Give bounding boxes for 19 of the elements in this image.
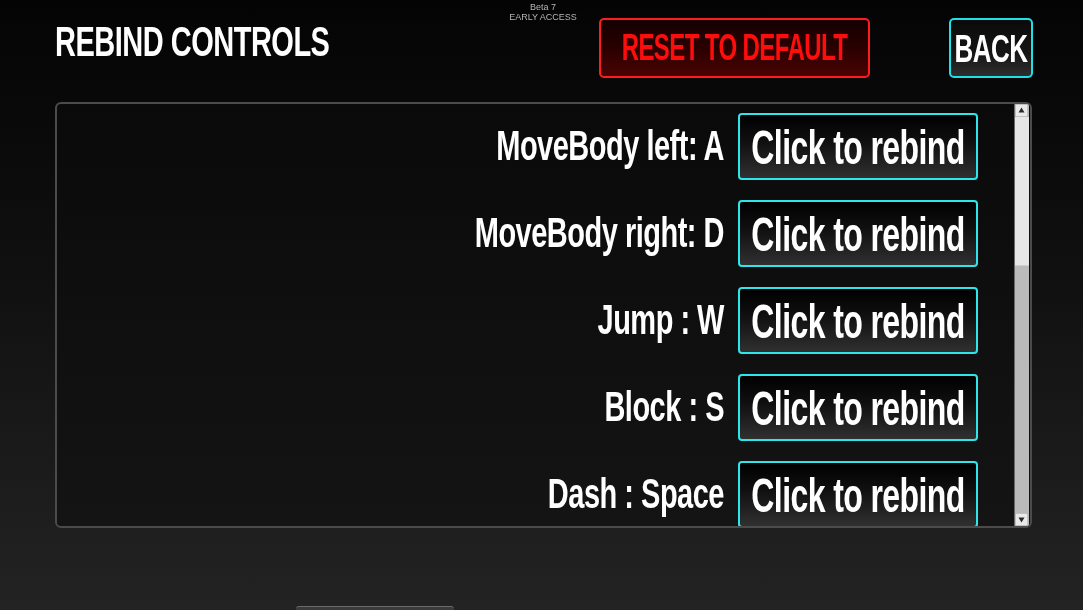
rebind-button[interactable]: Click to rebind: [738, 113, 978, 180]
binding-label: MoveBody right: D: [474, 212, 724, 255]
binding-label: Dash : Space: [547, 473, 724, 516]
binding-label: Jump : W: [597, 299, 724, 342]
scroll-up-icon[interactable]: [1015, 104, 1028, 117]
screen-title: REBIND CONTROLS: [55, 21, 330, 64]
binding-label: MoveBody left: A: [496, 125, 724, 168]
rebind-button[interactable]: Click to rebind: [738, 287, 978, 354]
early-access-label: EARLY ACCESS: [509, 12, 577, 22]
scrollbar-thumb[interactable]: [1015, 117, 1029, 266]
back-button[interactable]: BACK: [949, 18, 1033, 78]
reset-to-default-button[interactable]: RESET TO DEFAULT: [599, 18, 870, 78]
scroll-down-icon[interactable]: [1015, 513, 1028, 526]
version-label: Beta 7: [530, 2, 556, 12]
binding-label: Block : S: [604, 386, 724, 429]
rebind-button[interactable]: Click to rebind: [738, 200, 978, 267]
scrollbar-track[interactable]: [1014, 104, 1029, 526]
rebind-button[interactable]: Click to rebind: [738, 461, 978, 526]
rebind-button[interactable]: Click to rebind: [738, 374, 978, 441]
